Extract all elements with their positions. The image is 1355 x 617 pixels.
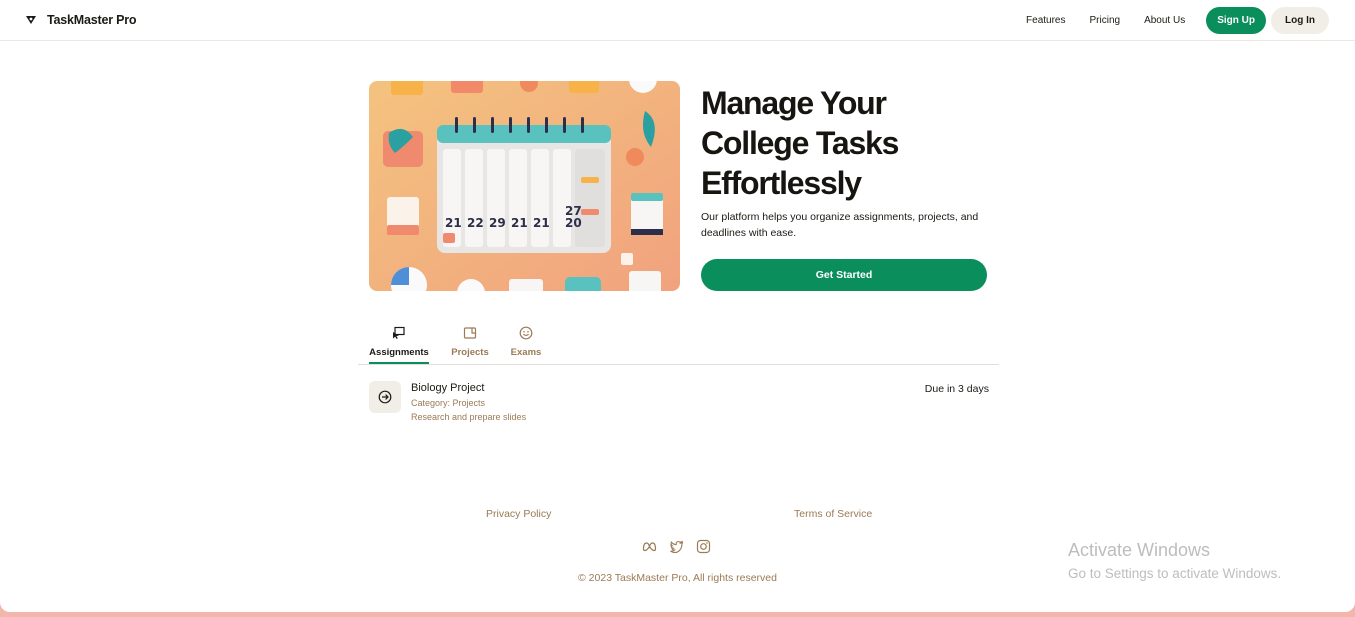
- brand-name: TaskMaster Pro: [47, 13, 137, 27]
- hero-calendar-illustration: 21 22 29 21 21 27 20: [369, 81, 680, 291]
- hero-subtitle: Our platform helps you organize assignme…: [701, 211, 979, 239]
- instagram-icon[interactable]: [696, 539, 711, 554]
- task-title: Biology Project: [411, 382, 485, 394]
- meta-icon[interactable]: [642, 539, 657, 554]
- task-due-date: Due in 3 days: [924, 383, 989, 395]
- nav-pricing-link[interactable]: Pricing: [1090, 15, 1121, 26]
- activate-windows-title: Activate Windows: [1068, 540, 1211, 560]
- task-tabs: Assignments Projects Exams: [358, 322, 999, 365]
- twitter-icon[interactable]: [669, 539, 684, 554]
- tab-projects[interactable]: Projects: [450, 322, 490, 364]
- social-links: [642, 539, 711, 554]
- activate-windows-subtitle: Go to Settings to activate Windows.: [1068, 566, 1282, 581]
- logo-icon: [26, 16, 36, 24]
- tab-label: Assignments: [369, 347, 429, 358]
- nav-about-link[interactable]: About Us: [1144, 15, 1185, 26]
- tab-label: Projects: [451, 347, 489, 358]
- task-description: Research and prepare slides: [411, 412, 527, 422]
- get-started-button[interactable]: Get Started: [701, 259, 987, 291]
- task-list-item[interactable]: Biology Project Category: Projects Resea…: [369, 380, 989, 428]
- hero-title: Manage Your College Tasks Effortlessly: [701, 85, 899, 201]
- hero-text: Manage Your College Tasks Effortlessly O…: [701, 81, 1001, 291]
- folder-icon: [463, 327, 477, 339]
- svg-text:21: 21: [511, 216, 528, 230]
- sign-up-button[interactable]: Sign Up: [1206, 6, 1266, 34]
- tab-assignments[interactable]: Assignments: [369, 322, 429, 364]
- nav-features-link[interactable]: Features: [1026, 15, 1065, 26]
- log-in-button[interactable]: Log In: [1271, 6, 1329, 34]
- terms-of-service-link[interactable]: Terms of Service: [794, 508, 872, 520]
- svg-text:22: 22: [467, 216, 484, 230]
- svg-text:21: 21: [445, 216, 462, 230]
- tab-label: Exams: [510, 347, 542, 358]
- arrow-circle-icon: [378, 390, 392, 404]
- hero-section: 21 22 29 21 21 27 20 Manage Your College…: [369, 81, 999, 291]
- nav-links: Features Pricing About Us Sign Up Log In: [1026, 6, 1329, 34]
- tab-exams[interactable]: Exams: [508, 322, 544, 364]
- brand[interactable]: TaskMaster Pro: [26, 13, 137, 27]
- cursor-icon: [393, 326, 405, 339]
- task-icon-box: [369, 381, 401, 413]
- task-category: Category: Projects: [411, 398, 486, 408]
- copyright-label: © 2023 TaskMaster Pro, All rights reserv…: [578, 572, 777, 584]
- page: TaskMaster Pro Features Pricing About Us…: [0, 0, 1355, 612]
- top-nav: TaskMaster Pro Features Pricing About Us…: [0, 0, 1355, 41]
- privacy-policy-link[interactable]: Privacy Policy: [486, 508, 551, 520]
- smiley-icon: [519, 326, 533, 340]
- svg-text:21: 21: [533, 216, 550, 230]
- svg-text:20: 20: [565, 216, 582, 230]
- svg-text:29: 29: [489, 216, 506, 230]
